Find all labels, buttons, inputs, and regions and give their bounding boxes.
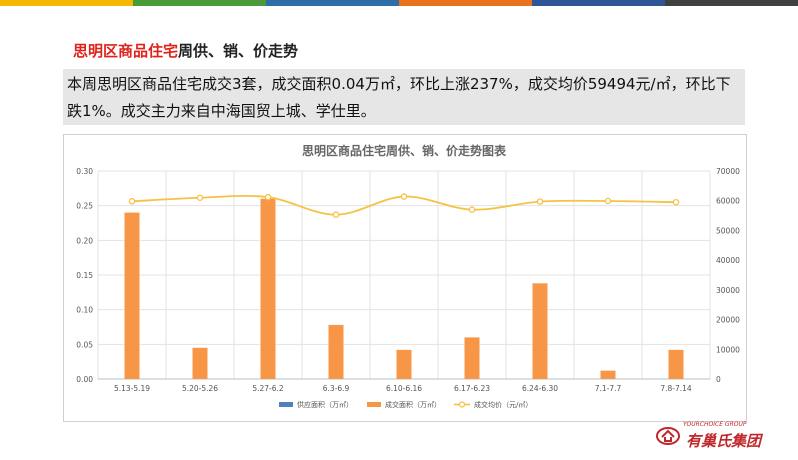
top-color-bar xyxy=(0,0,798,6)
y-right-tick-label: 40000 xyxy=(716,256,740,265)
legend-swatch-price-marker xyxy=(458,401,466,408)
x-tick-label: 6.24-6.30 xyxy=(522,384,558,393)
bar-area xyxy=(464,337,480,379)
price-point xyxy=(536,198,544,205)
y-left-tick-label: 0.30 xyxy=(76,167,93,176)
logo-tagline: YOURCHOICE GROUP xyxy=(683,421,747,428)
y-right-tick-label: 50000 xyxy=(716,226,740,235)
logo-mark-icon xyxy=(656,427,680,445)
x-tick-label: 7.1-7.7 xyxy=(595,384,622,393)
summary-text: 本周思明区商品住宅成交3套，成交面积0.04万㎡，环比上涨237%，成交均价59… xyxy=(67,75,731,120)
y-left-tick-label: 0.05 xyxy=(76,340,93,349)
bar-area xyxy=(192,347,208,379)
bar-area xyxy=(600,370,616,379)
x-tick-label: 6.17-6.23 xyxy=(454,384,490,393)
y-right-tick-label: 70000 xyxy=(716,167,740,176)
price-point xyxy=(128,198,136,205)
logo-name: 有巢氏集团 xyxy=(686,432,762,450)
summary-box: 本周思明区商品住宅成交3套，成交面积0.04万㎡，环比上涨237%，成交均价59… xyxy=(63,69,745,125)
legend-swatch-supply xyxy=(279,402,293,407)
price-point xyxy=(604,197,612,205)
topbar-segment-3 xyxy=(266,0,399,6)
x-tick-label: 7.8-7.14 xyxy=(660,384,692,393)
y-right-tick-label: 10000 xyxy=(716,345,740,354)
slide-title-highlight: 思明区商品住宅 xyxy=(73,42,179,60)
chart-svg: 思明区商品住宅周供、销、价走势图表 0.00 0.05 0.10 0.15 0.20 0.2… xyxy=(76,143,740,409)
y-left-tick-label: 0.10 xyxy=(76,306,93,315)
bar-area xyxy=(532,283,548,379)
topbar-segment-5 xyxy=(532,0,665,6)
y-right-tick-label: 60000 xyxy=(716,197,740,206)
y-right-tick-label: 30000 xyxy=(716,286,740,295)
price-point xyxy=(332,211,340,218)
bar-area xyxy=(396,349,412,379)
legend-label-price: 成交均价（元/㎡） xyxy=(474,400,532,409)
price-point xyxy=(672,198,680,206)
legend-label-area: 成交面积（万㎡） xyxy=(385,400,441,409)
y-left-tick-label: 0.00 xyxy=(76,375,93,384)
bar-area xyxy=(668,349,684,379)
topbar-segment-6 xyxy=(665,0,798,6)
x-tick-label: 5.27-6.2 xyxy=(252,384,284,393)
x-tick-label: 6.3-6.9 xyxy=(323,384,350,393)
y-left-tick-label: 0.15 xyxy=(76,271,93,280)
x-tick-label: 5.20-5.26 xyxy=(182,384,218,393)
bar-area xyxy=(260,198,276,379)
y-left-tick-label: 0.20 xyxy=(76,236,93,245)
slide-title-rest: 周供、销、价走势 xyxy=(178,42,299,60)
price-point xyxy=(196,194,204,201)
y-right-tick-label: 20000 xyxy=(716,316,740,325)
bar-area xyxy=(124,212,140,379)
slide-title: 思明区商品住宅周供、销、价走势 xyxy=(73,40,298,61)
price-point xyxy=(400,193,408,200)
bar-area xyxy=(328,324,344,379)
x-tick-label: 5.13-5.19 xyxy=(114,384,150,393)
price-point xyxy=(264,193,272,201)
topbar-segment-4 xyxy=(399,0,532,6)
legend-swatch-area xyxy=(367,402,381,407)
topbar-segment-1 xyxy=(0,0,133,6)
topbar-segment-2 xyxy=(133,0,266,6)
price-point xyxy=(468,206,476,213)
y-left-tick-label: 0.25 xyxy=(76,202,93,211)
legend-label-supply: 供应面积（万㎡） xyxy=(297,400,353,409)
chart-container: 思明区商品住宅周供、销、价走势图表 0.00 0.05 0.10 0.15 0.20 0.2… xyxy=(63,134,747,422)
y-right-tick-label: 0 xyxy=(716,375,721,384)
chart-title: 思明区商品住宅周供、销、价走势图表 xyxy=(302,143,507,158)
x-tick-label: 6.10-6.16 xyxy=(386,384,422,393)
